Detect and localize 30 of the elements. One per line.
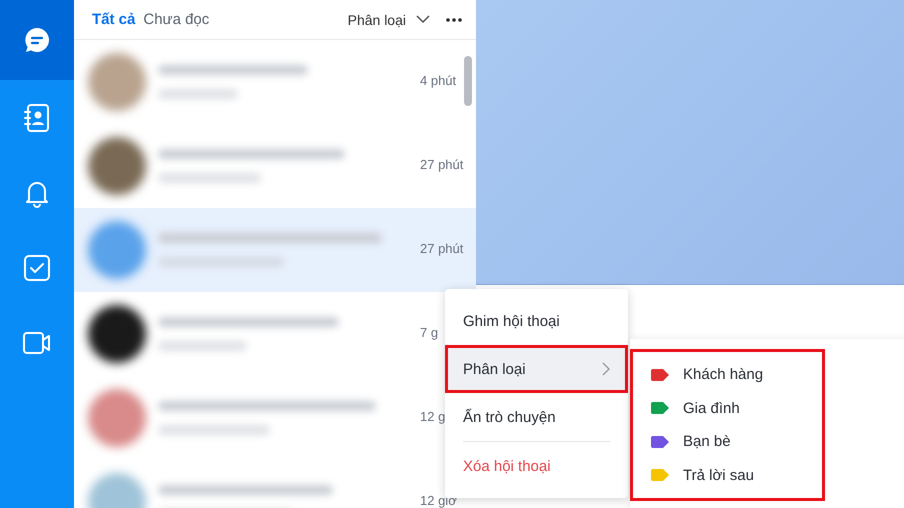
message-time: 4 phút (420, 73, 456, 88)
menu-item[interactable]: Phân loại (445, 345, 628, 393)
category-item[interactable]: Khách hàng (633, 358, 822, 392)
filter-tab[interactable]: Chưa đọc (143, 11, 210, 28)
menu-item[interactable]: Xóa hội thoại (445, 442, 628, 490)
video-camera-icon (22, 330, 52, 356)
category-item[interactable]: Bạn bè (633, 425, 822, 458)
message-time: 7 g (420, 325, 438, 340)
blurred-avatar (88, 305, 146, 363)
chevron-down-icon (416, 15, 430, 24)
blurred-avatar (88, 53, 146, 111)
category-item[interactable]: Trả lời sau (633, 458, 822, 492)
blurred-avatar (88, 389, 146, 447)
filter-tab[interactable]: Tất cả (92, 11, 136, 28)
message-time: 12 g (420, 409, 446, 424)
conversation-item[interactable]: 27 phút (74, 208, 476, 292)
menu-item[interactable]: Ẩn trò chuyện (445, 393, 628, 441)
message-time: 27 phút (420, 241, 464, 256)
scrollbar[interactable] (464, 56, 472, 106)
blurred-avatar (88, 221, 146, 279)
menu-item[interactable]: Ghim hội thoại (445, 297, 628, 345)
blurred-avatar (88, 137, 146, 195)
category-item[interactable]: Gia đình (633, 392, 822, 425)
nav-button[interactable] (0, 0, 74, 80)
checkbox-icon (22, 252, 52, 282)
contact-book-icon (23, 102, 51, 132)
chevron-right-icon (602, 362, 610, 376)
category-dropdown[interactable]: Phân loại (348, 12, 430, 28)
message-time: 27 phút (420, 157, 464, 172)
more-icon (446, 18, 462, 22)
